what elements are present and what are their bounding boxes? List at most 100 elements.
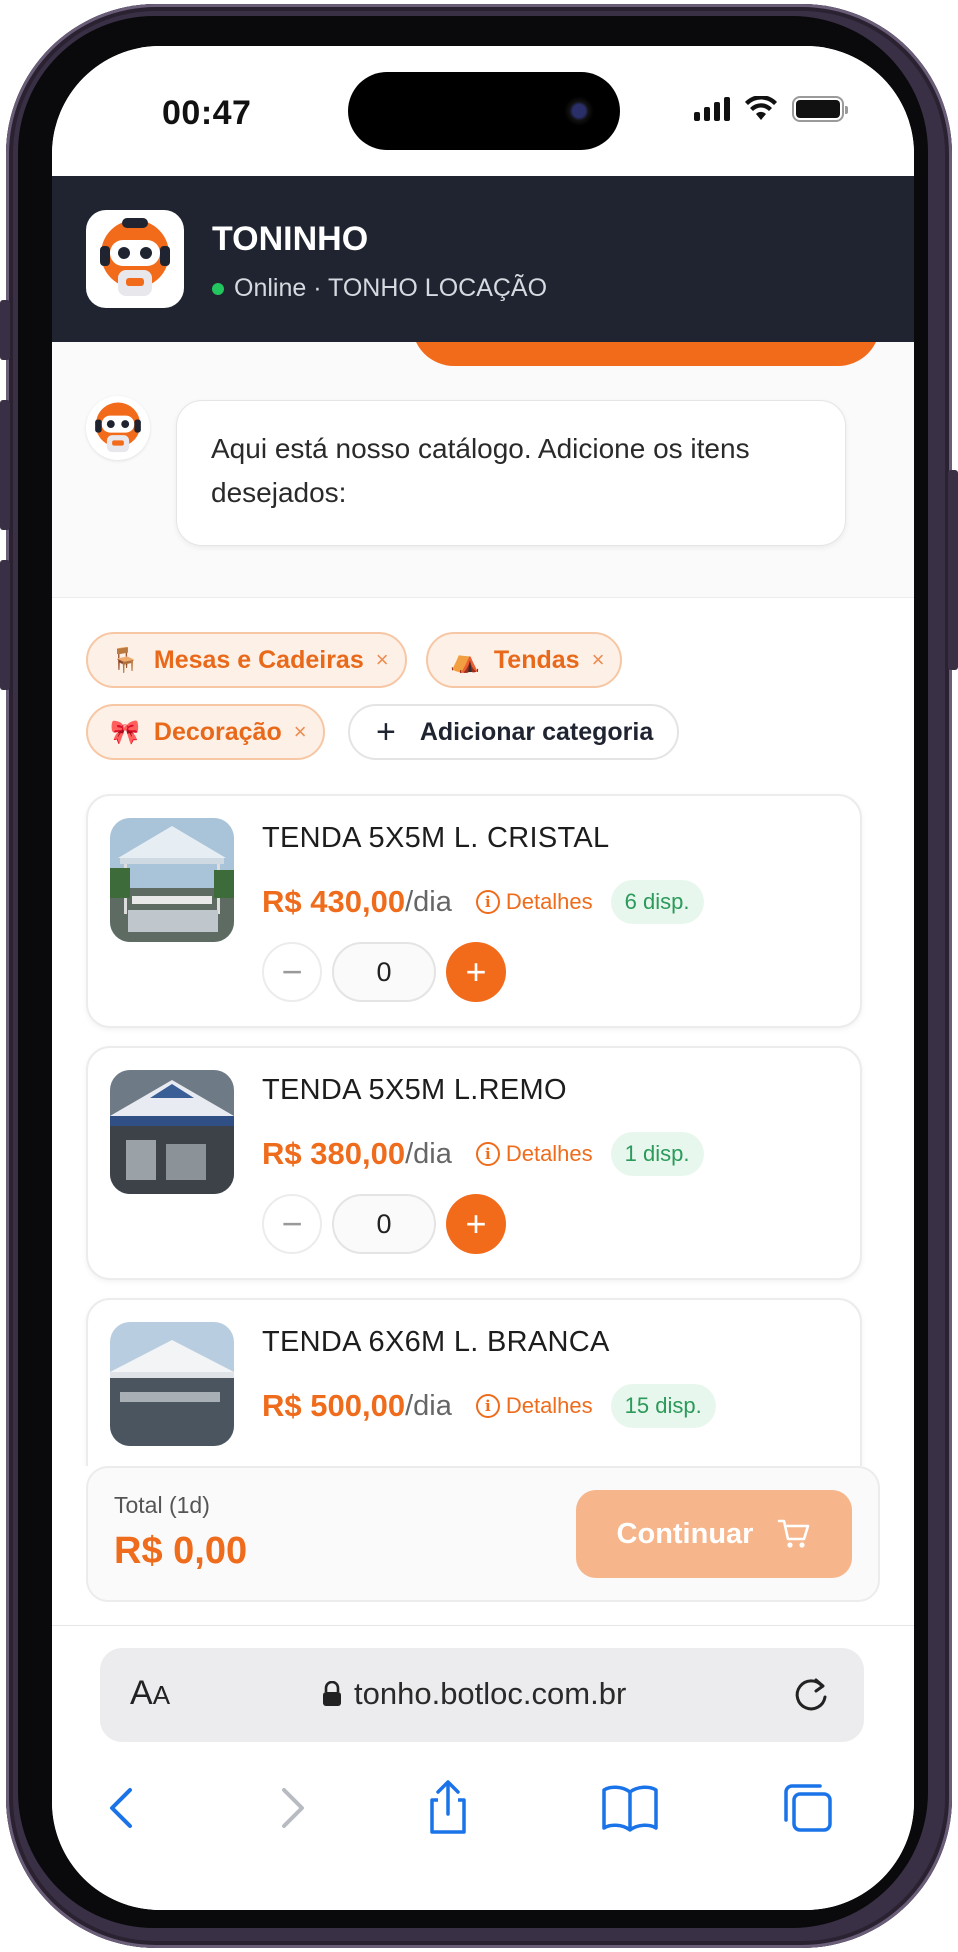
robot-mascot-icon [95, 402, 141, 453]
details-link[interactable]: i Detalhes [475, 889, 593, 915]
price-unit: /dia [405, 885, 452, 918]
category-chip-label: Mesas e Cadeiras [153, 645, 364, 674]
product-price: R$ 380,00 [262, 1136, 406, 1171]
product-price: R$ 500,00 [262, 1388, 406, 1423]
bookmarks-icon[interactable] [598, 1776, 662, 1840]
remove-category-icon[interactable]: × [376, 647, 389, 673]
screen: 00:47 TONINHO Online · TONHO LOCAÇÃO Aqu… [52, 46, 914, 1910]
total-value: R$ 0,00 [114, 1530, 248, 1572]
text-size-button[interactable]: AA [130, 1674, 170, 1713]
price-row: R$ 380,00 /dia i Detalhes 1 disp. [262, 1132, 704, 1176]
power-button [948, 470, 958, 670]
remove-category-icon[interactable]: × [294, 719, 307, 745]
plus-icon: + [376, 713, 396, 751]
cart-icon [778, 1519, 810, 1548]
product-card: TENDA 5X5M L.REMO R$ 380,00 /dia i Detal… [86, 1046, 862, 1280]
catalog-panel: 🪑 Mesas e Cadeiras × ⛺ Tendas × 🎀 Decora… [52, 598, 914, 1466]
ribbon-icon: 🎀 [110, 718, 140, 746]
wifi-icon [745, 96, 777, 120]
front-camera-icon [564, 96, 594, 126]
chat-body[interactable]: Aqui está nosso catálogo. Adicione os it… [52, 342, 914, 1466]
forward-icon[interactable] [258, 1776, 322, 1840]
details-link[interactable]: i Detalhes [475, 1141, 593, 1167]
availability-badge: 15 disp. [610, 1384, 716, 1428]
status-icons [694, 96, 848, 122]
url-text: tonho.botloc.com.br [354, 1676, 627, 1711]
browser-toolbar: AA tonho.botloc.com.br [52, 1626, 914, 1910]
product-image [110, 1322, 234, 1446]
chat-messages: Aqui está nosso catálogo. Adicione os it… [52, 342, 914, 598]
category-chip-decoracao[interactable]: 🎀 Decoração × [86, 704, 325, 760]
browser-nav [52, 1776, 914, 1856]
decrease-quantity-button[interactable]: − [262, 1194, 322, 1254]
address-bar[interactable]: AA tonho.botloc.com.br [100, 1648, 864, 1742]
info-icon: i [475, 890, 500, 914]
details-label: Detalhes [505, 1393, 593, 1418]
bot-name: TONINHO [212, 220, 369, 258]
price-row: R$ 500,00 /dia i Detalhes 15 disp. [262, 1384, 716, 1428]
quantity-stepper: − + [262, 1194, 506, 1254]
total-label: Total (1d) [114, 1492, 210, 1518]
bot-message-avatar [86, 396, 150, 460]
robot-mascot-icon [100, 218, 170, 296]
info-icon: i [475, 1394, 500, 1418]
product-card: TENDA 5X5M L. CRISTAL R$ 430,00 /dia i D… [86, 794, 862, 1028]
back-icon[interactable] [92, 1776, 156, 1840]
lock-icon [323, 1681, 341, 1706]
increase-quantity-button[interactable]: + [446, 1194, 506, 1254]
quantity-input[interactable] [332, 942, 436, 1002]
add-category-label: Adicionar categoria [419, 717, 654, 746]
dynamic-island [348, 72, 620, 150]
category-chip-mesas[interactable]: 🪑 Mesas e Cadeiras × [86, 632, 407, 688]
volume-up-button [0, 400, 10, 530]
tent-icon: ⛺ [450, 646, 480, 674]
product-price: R$ 430,00 [262, 884, 406, 919]
continue-label: Continuar [616, 1517, 754, 1550]
share-icon[interactable] [416, 1776, 480, 1840]
tabs-icon[interactable] [776, 1776, 840, 1840]
cellular-signal-icon [694, 97, 730, 121]
chair-icon: 🪑 [110, 646, 140, 674]
increase-quantity-button[interactable]: + [446, 942, 506, 1002]
price-unit: /dia [405, 1389, 452, 1422]
product-image [110, 818, 234, 942]
product-name: TENDA 5X5M L. CRISTAL [262, 822, 610, 854]
product-card: TENDA 6X6M L. BRANCA R$ 500,00 /dia i De… [86, 1298, 862, 1466]
online-indicator-icon [212, 282, 224, 295]
category-chip-label: Tendas [493, 645, 580, 674]
category-chip-label: Decoração [153, 717, 282, 746]
details-label: Detalhes [505, 1141, 593, 1166]
quantity-input[interactable] [332, 1194, 436, 1254]
volume-down-button [0, 560, 10, 690]
status-time: 00:47 [162, 94, 252, 132]
product-name: TENDA 5X5M L.REMO [262, 1074, 567, 1106]
action-button [0, 300, 10, 360]
details-link[interactable]: i Detalhes [475, 1393, 593, 1419]
bot-status-text: Online · TONHO LOCAÇÃO [234, 274, 548, 302]
decrease-quantity-button[interactable]: − [262, 942, 322, 1002]
price-unit: /dia [405, 1137, 452, 1170]
continue-button[interactable]: Continuar [576, 1490, 852, 1578]
reload-icon[interactable] [788, 1672, 834, 1718]
url-display[interactable]: tonho.botloc.com.br [322, 1676, 626, 1712]
cart-footer: Total (1d) R$ 0,00 Continuar [52, 1466, 914, 1626]
info-icon: i [475, 1142, 500, 1166]
product-name: TENDA 6X6M L. BRANCA [262, 1326, 610, 1358]
details-label: Detalhes [505, 889, 593, 914]
total-box: Total (1d) R$ 0,00 Continuar [86, 1466, 880, 1602]
battery-icon [792, 96, 848, 122]
bot-avatar [86, 210, 184, 308]
chat-header: TONINHO Online · TONHO LOCAÇÃO [52, 176, 914, 342]
user-message-bubble [412, 342, 880, 366]
product-image [110, 1070, 234, 1194]
status-bar: 00:47 [52, 46, 914, 176]
remove-category-icon[interactable]: × [592, 647, 605, 673]
bot-message-bubble: Aqui está nosso catálogo. Adicione os it… [176, 400, 846, 546]
price-row: R$ 430,00 /dia i Detalhes 6 disp. [262, 880, 704, 924]
quantity-stepper: − + [262, 942, 506, 1002]
availability-badge: 1 disp. [610, 1132, 704, 1176]
add-category-button[interactable]: + Adicionar categoria [348, 704, 680, 760]
category-chip-tendas[interactable]: ⛺ Tendas × [426, 632, 623, 688]
availability-badge: 6 disp. [610, 880, 704, 924]
bot-status: Online · TONHO LOCAÇÃO [212, 274, 547, 303]
